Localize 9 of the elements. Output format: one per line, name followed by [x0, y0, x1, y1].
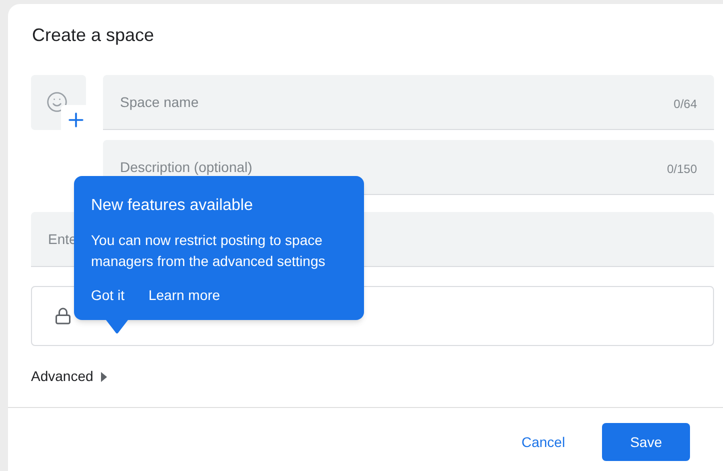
tooltip-action[interactable]: Got it: [91, 285, 124, 306]
advanced-toggle[interactable]: Advanced: [31, 366, 108, 387]
cancel-button[interactable]: Cancel: [504, 423, 582, 461]
character-counter: 0/64: [674, 96, 697, 113]
dialog-title: Create a space: [31, 24, 156, 47]
smiley-icon: [46, 91, 68, 113]
tooltip-action[interactable]: Learn more: [148, 285, 220, 306]
save-button[interactable]: Save: [602, 423, 690, 461]
character-counter: 0/150: [666, 161, 697, 178]
